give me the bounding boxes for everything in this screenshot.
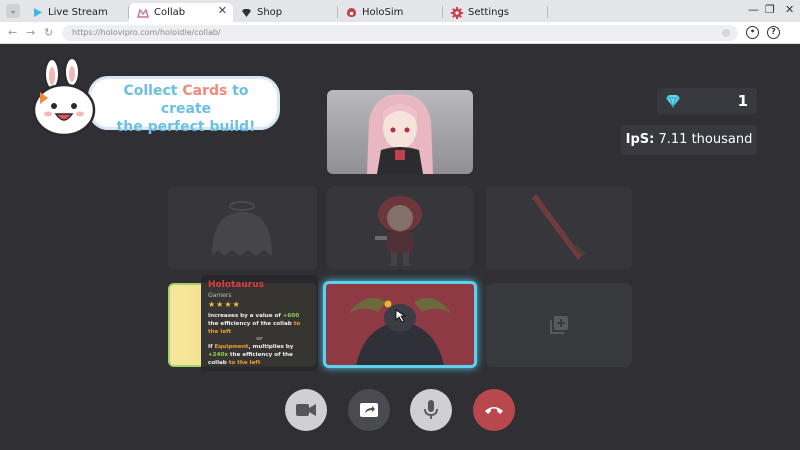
url-text: https://holovipro.com/holoidle/collab/ (72, 28, 221, 37)
diamond-icon (242, 8, 251, 17)
extension-icon[interactable]: • (746, 26, 759, 39)
help-icon[interactable]: ? (767, 26, 780, 39)
locked-card[interactable] (168, 186, 317, 270)
tooltip-direction: to the left (228, 360, 261, 366)
url-status-icon (722, 29, 730, 37)
screen-share-button[interactable] (348, 389, 390, 431)
url-field[interactable]: https://holovipro.com/holoidle/collab/ (62, 25, 738, 41)
tooltip-text: , multiplies by (248, 344, 294, 350)
character-card[interactable] (327, 186, 473, 270)
close-tab-icon[interactable]: ✕ (218, 4, 227, 17)
tooltip-text: Increases by a value of (208, 313, 283, 319)
equipment-card[interactable] (486, 186, 632, 270)
gem-count: 1 (737, 92, 748, 110)
minimize-icon[interactable]: — (748, 3, 759, 16)
forward-icon[interactable]: → (26, 26, 35, 39)
tab-collab[interactable]: Collab ✕ (129, 3, 233, 22)
add-card-slot[interactable] (486, 283, 632, 367)
ips-label: IpS: (625, 132, 655, 147)
end-call-button[interactable] (473, 389, 515, 431)
screen-share-icon (360, 403, 378, 417)
ips-value: 7.11 thousand (658, 132, 753, 147)
restore-icon[interactable]: ❐ (765, 3, 775, 16)
tab-label: Shop (257, 7, 283, 18)
tab-label: Live Stream (48, 7, 108, 18)
tab-settings[interactable]: Settings (443, 3, 547, 22)
holosim-icon (347, 8, 356, 17)
tab-divider (547, 6, 548, 18)
banner-line-1-start: Collect (123, 83, 183, 99)
camera-button[interactable] (285, 389, 327, 431)
address-bar-row: ← → ↻ https://holovipro.com/holoidle/col… (0, 22, 800, 44)
girl-character-icon (375, 196, 422, 266)
video-camera-icon (296, 404, 316, 416)
banner-highlight: Cards (182, 83, 228, 99)
tab-list-menu-icon[interactable]: ⌄ (6, 4, 20, 18)
browser-tab-bar: ⌄ Live Stream Collab ✕ Shop HoloSim Sett… (0, 0, 800, 22)
tooltip-keyword: Equipment (214, 344, 249, 350)
banner-text: Collect Cards to create the perfect buil… (96, 82, 276, 136)
microphone-button[interactable] (410, 389, 452, 431)
tab-holosim[interactable]: HoloSim (338, 3, 442, 22)
card-tooltip: Holotaurus Gamers ★★★★ Increases by a va… (201, 275, 318, 371)
bull-character-icon (326, 284, 474, 365)
tooltip-text: the efficiency of the collab (208, 321, 294, 327)
ghost-character-icon (212, 201, 272, 256)
collab-icon (137, 7, 149, 18)
hang-up-icon (485, 407, 503, 414)
tooltip-category: Gamers (208, 292, 232, 299)
banner-line-2: the perfect build! (116, 119, 256, 135)
play-icon (34, 8, 42, 17)
tooltip-value: +240x (208, 352, 228, 358)
microphone-icon (424, 400, 438, 419)
reload-icon[interactable]: ↻ (44, 26, 53, 39)
back-icon[interactable]: ← (8, 26, 17, 39)
featured-card[interactable] (327, 90, 473, 174)
add-card-icon (550, 316, 568, 334)
tooltip-body: Increases by a value of +600 the efficie… (208, 312, 311, 367)
sword-icon (532, 194, 586, 260)
tooltip-value: +600 (282, 313, 300, 319)
tab-live-stream[interactable]: Live Stream (24, 3, 128, 22)
tab-shop[interactable]: Shop (233, 3, 337, 22)
gear-icon (451, 6, 463, 19)
holotaurus-card[interactable] (323, 281, 477, 368)
tab-label: Settings (468, 7, 510, 18)
flame-icon (384, 300, 392, 308)
tab-label: Collab (154, 7, 186, 18)
tooltip-stars: ★★★★ (208, 300, 241, 309)
character-portrait (367, 94, 433, 174)
gem-counter: 1 (657, 88, 757, 114)
ips-display: IpS: 7.11 thousand (621, 125, 757, 155)
tooltip-title: Holotaurus (208, 280, 264, 290)
banner-line-1: Collect Cards to create (96, 82, 276, 118)
tooltip-or: or (256, 336, 263, 342)
collect-cards-banner: Collect Cards to create the perfect buil… (26, 58, 282, 140)
tab-label: HoloSim (362, 7, 404, 18)
gem-icon (666, 95, 680, 108)
close-window-icon[interactable]: ✕ (785, 3, 794, 16)
